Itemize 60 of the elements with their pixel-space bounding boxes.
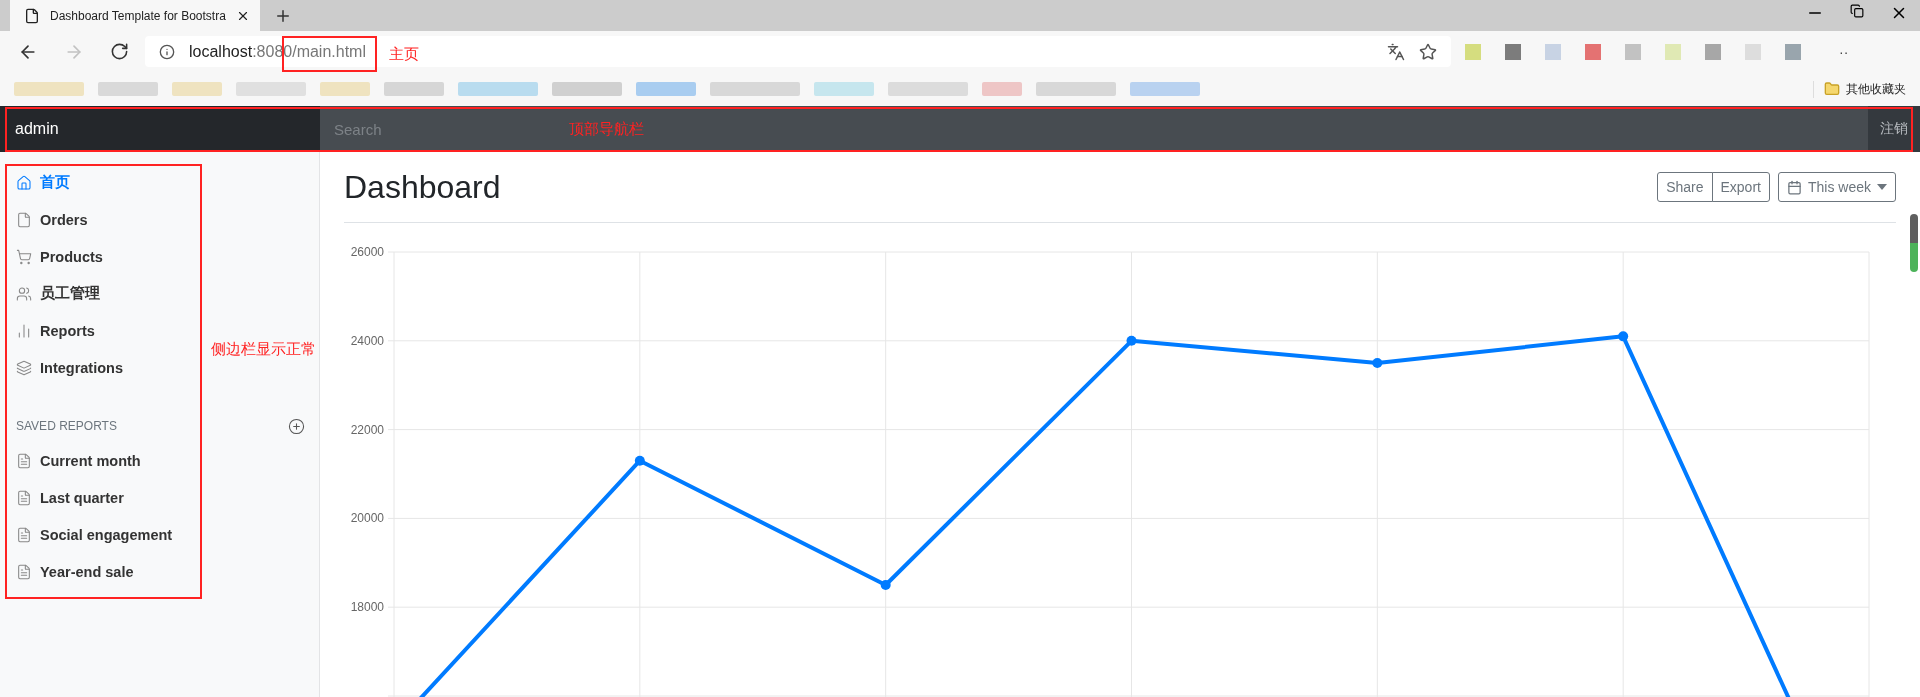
annotation-text: 侧边栏显示正常	[211, 340, 316, 359]
sidebar-icon	[16, 359, 32, 376]
document-icon	[16, 452, 32, 469]
toolbar-button[interactable]: Share	[1657, 172, 1713, 202]
sidebar-icon	[16, 285, 32, 302]
toolbar-button[interactable]: Export	[1711, 172, 1770, 202]
y-tick-label: 24000	[350, 333, 385, 348]
y-tick-label: 26000	[350, 245, 385, 259]
annotation-text: 顶部导航栏	[569, 120, 644, 139]
sidebar-item[interactable]: 首页	[0, 164, 78, 201]
document-icon	[16, 526, 32, 543]
sidebar-item[interactable]: Social engagement	[0, 516, 181, 553]
section-heading: SAVED REPORTS	[16, 419, 117, 433]
y-tick: 18000	[350, 600, 1870, 615]
sidebar-item[interactable]: Last quarter	[0, 479, 132, 516]
brand-link[interactable]: admin	[0, 106, 320, 152]
y-tick: 20000	[350, 511, 1870, 526]
data-point	[880, 580, 891, 590]
calendar-icon	[1786, 179, 1802, 195]
sidebar-item[interactable]: Year-end sale	[0, 553, 142, 590]
sidebar-icon	[16, 174, 32, 191]
browser-tab[interactable]: Dashboard Template for Bootstra	[10, 0, 260, 31]
sidebar-item[interactable]: Products	[0, 238, 111, 275]
new-tab-button[interactable]	[274, 7, 292, 25]
sidebar-item[interactable]: Integrations	[0, 349, 131, 386]
sidebar-item[interactable]: Current month	[0, 442, 149, 479]
page-icon	[24, 7, 40, 24]
data-point	[1372, 358, 1383, 368]
data-point	[1618, 331, 1629, 342]
y-tick-label: 22000	[350, 422, 385, 437]
sidebar-icon	[16, 248, 32, 265]
add-icon[interactable]	[288, 417, 305, 435]
data-point	[634, 455, 645, 466]
info-icon	[159, 43, 175, 60]
caret-icon	[1877, 184, 1887, 190]
translate-icon[interactable]	[1387, 42, 1405, 61]
document-icon	[16, 489, 32, 506]
refresh-button[interactable]	[110, 42, 129, 61]
annotation-text: 主页	[389, 45, 419, 64]
sidebar-icon	[16, 211, 32, 228]
tab-title: Dashboard Template for Bootstra	[50, 8, 226, 23]
y-tick: 24000	[350, 333, 1870, 348]
star-icon[interactable]	[1419, 42, 1437, 61]
other-bookmarks-link[interactable]: 其他收藏夹	[1846, 80, 1906, 98]
y-tick: 22000	[350, 422, 1870, 437]
scrollbar[interactable]	[1910, 214, 1918, 272]
folder-icon	[1824, 81, 1840, 97]
sidebar-icon	[16, 322, 32, 339]
range-dropdown[interactable]: This week	[1777, 172, 1896, 202]
y-tick-label: 18000	[350, 600, 385, 615]
data-point	[1126, 335, 1137, 346]
page-title: Dashboard	[344, 168, 501, 206]
restore-icon[interactable]	[1850, 4, 1864, 18]
sidebar-item[interactable]: Orders	[0, 201, 96, 238]
sidebar-item[interactable]: 员工管理	[0, 275, 108, 312]
y-tick-label: 20000	[350, 511, 385, 526]
y-tick: 26000	[350, 245, 1870, 259]
menu-button[interactable]: ··	[1839, 43, 1849, 60]
sidebar-item[interactable]: Reports	[0, 312, 103, 349]
document-icon	[16, 563, 32, 580]
